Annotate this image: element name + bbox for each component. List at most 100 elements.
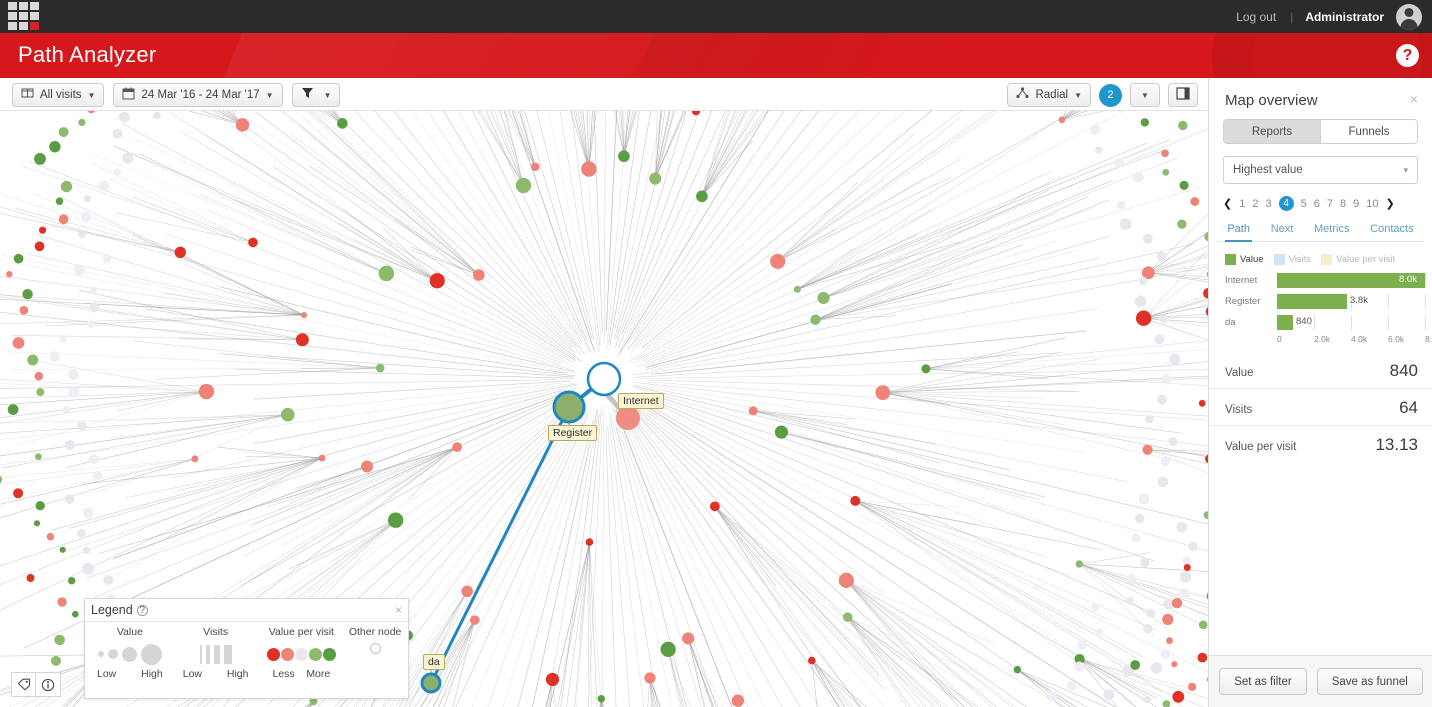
graph-node[interactable] [1166,637,1173,645]
graph-node[interactable] [1066,680,1077,691]
graph-node[interactable] [59,546,66,553]
graph-node[interactable] [618,150,630,163]
graph-node[interactable] [1157,476,1169,488]
graph-node[interactable] [810,314,821,325]
graph-node-label[interactable]: Internet [618,393,664,409]
graph-node[interactable] [748,406,758,416]
graph-node[interactable] [1172,690,1185,703]
graph-node[interactable] [1188,541,1198,551]
graph-node[interactable] [1171,661,1178,668]
info-icon[interactable] [36,672,61,697]
graph-node[interactable] [88,454,99,465]
graph-node[interactable] [6,271,13,278]
graph-node[interactable] [581,161,597,177]
graph-node[interactable] [51,655,61,666]
graph-node[interactable] [113,168,122,176]
graph-node[interactable] [1161,149,1169,158]
graph-node[interactable] [68,386,80,398]
graph-node[interactable] [26,574,35,582]
graph-node[interactable] [1182,556,1192,566]
graph-node[interactable] [103,575,114,585]
graph-node[interactable] [87,320,95,329]
chart-legend-item-value[interactable]: Value [1225,254,1264,265]
pagination-page[interactable]: 3 [1265,198,1271,210]
graph-node[interactable] [1157,394,1167,405]
graph-node[interactable] [530,162,540,172]
graph-node[interactable] [1188,682,1197,691]
graph-root-node[interactable] [586,361,622,397]
sub-tab-contacts[interactable]: Contacts [1368,223,1415,235]
graph-node[interactable] [1198,399,1206,407]
tag-icon[interactable] [11,672,36,697]
question-mark-icon[interactable]: ? [1396,44,1419,67]
graph-node[interactable] [545,672,560,687]
graph-node-label[interactable]: da [423,654,445,670]
graph-node[interactable] [1142,444,1153,455]
graph-node[interactable] [921,364,931,374]
graph-node[interactable] [1103,689,1115,700]
graph-node[interactable] [12,337,25,349]
graph-node[interactable] [78,230,86,239]
graph-node[interactable] [27,354,39,366]
graph-node[interactable] [300,311,308,319]
graph-node[interactable] [68,369,79,381]
graph-node[interactable] [770,253,786,269]
graph-node[interactable] [1132,171,1144,183]
graph-node[interactable] [35,501,45,511]
graph-node[interactable] [1125,574,1137,585]
graph-node[interactable] [597,695,605,703]
graph-node[interactable] [1075,560,1084,568]
graph-node[interactable] [7,404,19,415]
graph-node[interactable] [1157,251,1167,262]
graph-node[interactable] [36,388,45,397]
graph-node[interactable] [875,385,891,401]
graph-node[interactable] [1190,197,1200,206]
graph-node[interactable] [838,572,854,588]
graph-node[interactable] [35,453,42,460]
graph-node[interactable] [235,118,250,132]
visits-filter-button[interactable]: All visits ▼ [12,83,105,107]
graph-node[interactable] [709,501,720,512]
graph-node[interactable] [46,532,55,541]
graph-node[interactable] [644,672,656,684]
chart-legend-item-vpv[interactable]: Value per visit [1321,254,1395,265]
graph-node[interactable] [34,371,44,381]
graph-node[interactable] [1143,695,1152,704]
graph-node[interactable] [1162,700,1171,707]
graph-node[interactable] [77,421,87,431]
graph-node[interactable] [191,455,199,463]
graph-node[interactable] [119,111,130,123]
graph-node[interactable] [1119,218,1132,230]
graph-node[interactable] [1198,620,1208,630]
graph-node[interactable] [13,488,24,499]
graph-node[interactable] [1183,564,1191,571]
graph-node[interactable] [1095,628,1104,636]
tab-funnels[interactable]: Funnels [1320,120,1417,143]
pagination-prev-icon[interactable]: ❮ [1223,197,1232,210]
graph-node[interactable] [153,111,161,120]
pagination-page[interactable]: 2 [1252,198,1258,210]
graph-node[interactable] [515,177,532,194]
graph-node[interactable] [89,286,97,294]
graph-node[interactable] [82,562,95,575]
graph-node[interactable] [33,520,41,527]
graph-node[interactable] [429,273,445,289]
graph-node[interactable] [1142,233,1153,244]
graph-node[interactable] [82,507,94,519]
graph-node[interactable] [112,128,123,139]
depth-dropdown-button[interactable]: ▼ [1130,83,1160,107]
graph-node[interactable] [1135,310,1152,326]
graph-node[interactable] [696,190,708,203]
filter-button[interactable]: ▼ [291,83,341,107]
date-range-button[interactable]: 24 Mar '16 - 24 Mar '17 ▼ [113,83,283,107]
graph-node[interactable] [39,226,47,234]
graph-node[interactable] [295,333,309,347]
graph-node[interactable] [375,363,385,373]
graph-node[interactable] [102,254,112,263]
graph-node[interactable] [1161,374,1172,385]
graph-node[interactable] [0,475,3,485]
graph-node-da[interactable] [420,672,442,694]
graph-node[interactable] [378,265,395,282]
graph-node-register[interactable] [552,390,586,424]
user-avatar-icon[interactable] [1396,3,1422,30]
